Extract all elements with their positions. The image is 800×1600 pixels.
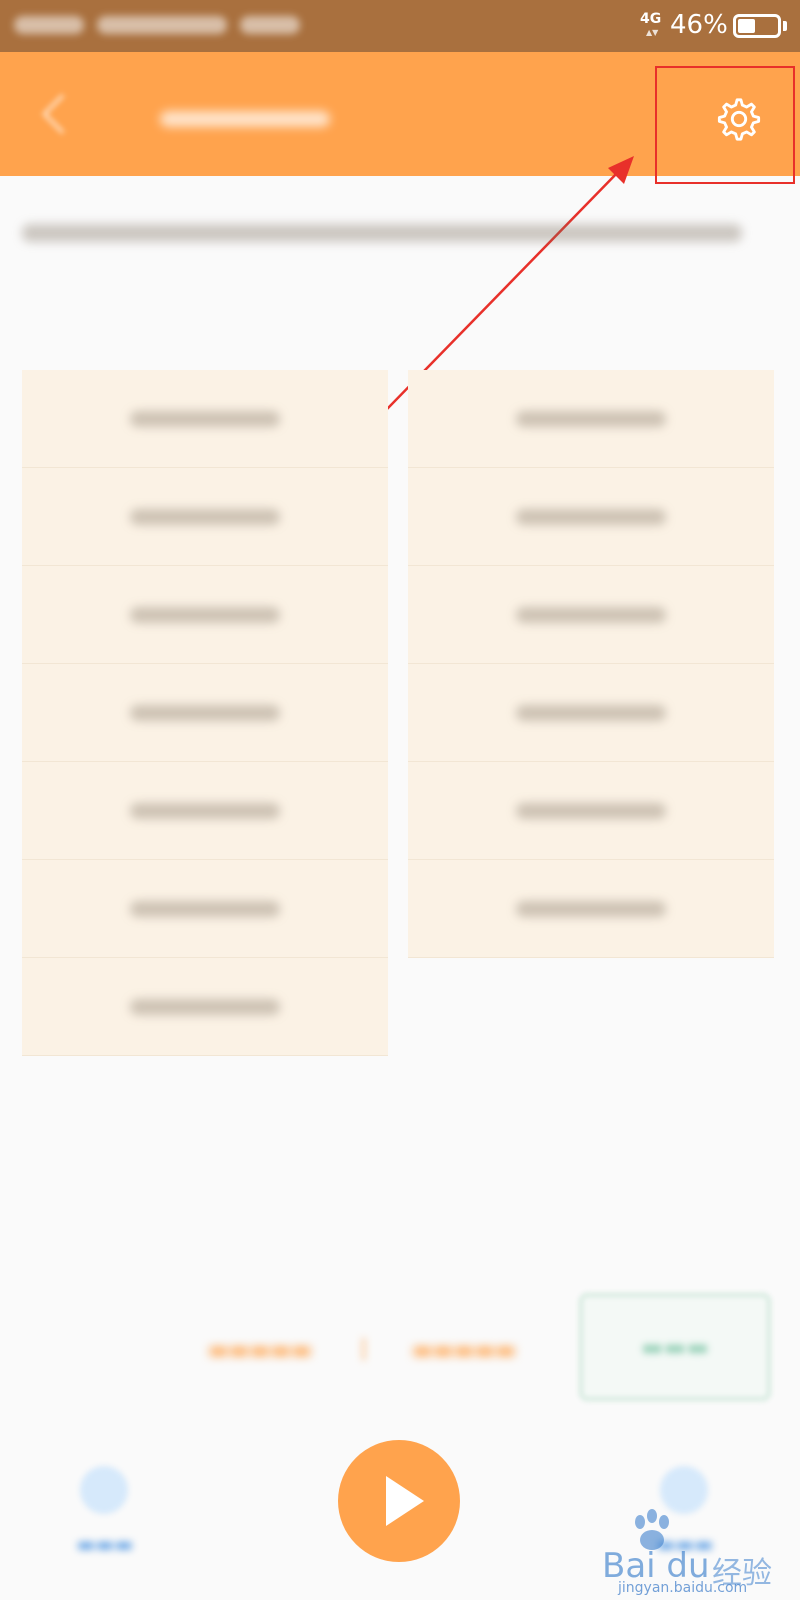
play-icon — [386, 1476, 424, 1526]
blurred-text-placeholder — [160, 111, 330, 127]
blurred-text-placeholder — [516, 606, 666, 623]
blurred-text-placeholder — [130, 900, 280, 917]
list-item[interactable] — [408, 664, 774, 762]
list-item[interactable] — [408, 370, 774, 468]
list-item-label — [130, 993, 280, 1021]
description-text — [22, 218, 778, 254]
status-carrier-blurred — [14, 15, 84, 34]
blurred-text-placeholder — [130, 998, 280, 1015]
list-item-label — [516, 895, 666, 923]
confirm-button-label: ▬▬▬ — [640, 1333, 710, 1361]
status-info-blurred — [97, 15, 228, 34]
bottom-nav-left[interactable]: ▬▬▬ — [50, 1450, 160, 1570]
list-item[interactable] — [22, 762, 388, 860]
right-column — [408, 370, 774, 958]
app-header — [0, 52, 800, 176]
nav-left-label: ▬▬▬ — [76, 1532, 134, 1556]
blurred-text-placeholder — [130, 802, 280, 819]
blurred-text-placeholder — [22, 224, 742, 242]
list-item-label — [130, 699, 280, 727]
list-item-label — [130, 503, 280, 531]
blurred-text-placeholder — [130, 704, 280, 721]
blurred-text-placeholder — [130, 606, 280, 623]
item-grid — [22, 370, 778, 1070]
list-item[interactable] — [408, 468, 774, 566]
list-item-label — [130, 405, 280, 433]
list-item[interactable] — [408, 860, 774, 958]
list-item[interactable] — [22, 468, 388, 566]
mode-option-right[interactable]: ▬▬▬▬▬ — [412, 1338, 516, 1363]
list-item-label — [516, 797, 666, 825]
list-item[interactable] — [22, 958, 388, 1056]
baidu-watermark: Bai du 经验 jingyan.baidu.com — [602, 1508, 792, 1598]
mode-option-left[interactable]: ▬▬▬▬▬ — [208, 1338, 312, 1363]
confirm-button[interactable]: ▬▬▬ — [578, 1292, 772, 1402]
blurred-text-placeholder — [516, 508, 666, 525]
battery-fill — [738, 19, 755, 33]
battery-percent: 46% — [670, 10, 728, 40]
gear-icon[interactable] — [716, 96, 762, 142]
blurred-text-placeholder — [516, 802, 666, 819]
list-item[interactable] — [22, 664, 388, 762]
list-item[interactable] — [408, 762, 774, 860]
left-column — [22, 370, 388, 1056]
blurred-text-placeholder — [516, 704, 666, 721]
mode-separator: | — [360, 1336, 368, 1361]
list-item[interactable] — [22, 370, 388, 468]
battery-icon — [733, 14, 781, 38]
blurred-text-placeholder — [130, 508, 280, 525]
status-notifications — [14, 14, 434, 38]
list-item-label — [516, 699, 666, 727]
list-item-label — [516, 503, 666, 531]
battery-nub — [783, 21, 787, 31]
list-item[interactable] — [22, 860, 388, 958]
list-item[interactable] — [408, 566, 774, 664]
list-item-label — [130, 895, 280, 923]
signal-arrows-icon: ▲▼ — [646, 28, 659, 37]
list-item-label — [130, 601, 280, 629]
status-bar: 4G ▲▼ 46% — [0, 0, 800, 52]
blurred-text-placeholder — [130, 410, 280, 427]
play-button[interactable] — [338, 1440, 460, 1562]
watermark-url: jingyan.baidu.com — [618, 1580, 748, 1596]
list-item-label — [516, 601, 666, 629]
nav-right-icon — [660, 1466, 708, 1514]
list-item[interactable] — [22, 566, 388, 664]
blurred-text-placeholder — [516, 900, 666, 917]
list-item-label — [516, 405, 666, 433]
blurred-text-placeholder — [516, 410, 666, 427]
network-type: 4G — [640, 11, 662, 27]
page-title — [160, 96, 330, 136]
nav-left-icon — [80, 1466, 128, 1514]
status-time-blurred — [240, 15, 301, 34]
list-item-label — [130, 797, 280, 825]
